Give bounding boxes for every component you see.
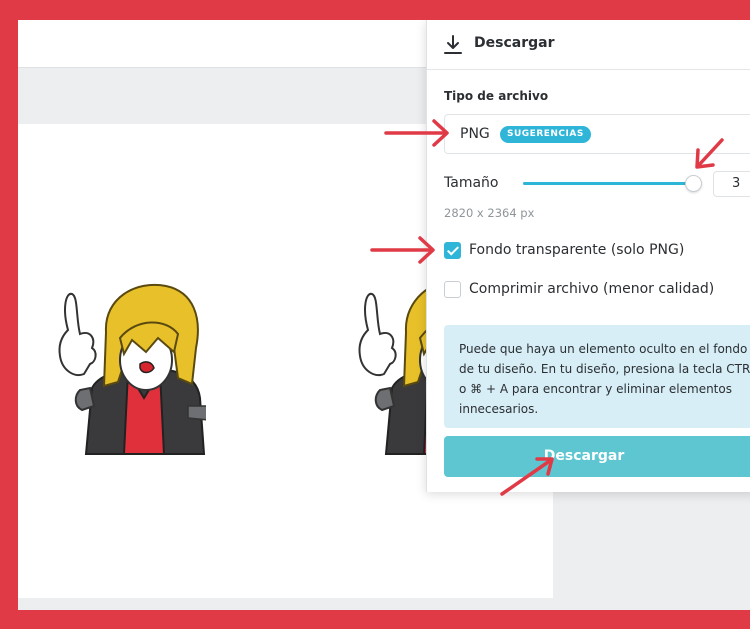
compress-file-label: Comprimir archivo (menor calidad) <box>469 281 715 297</box>
notice-line: de tu diseño. En tu diseño, presiona la … <box>459 362 750 376</box>
file-type-select[interactable]: PNG SUGERENCIAS <box>444 114 750 154</box>
size-label: Tamaño <box>444 175 499 191</box>
app-screen: Descargar Tipo de archivo PNG SUGERENCIA… <box>18 20 750 610</box>
sticker-illustration[interactable] <box>46 278 206 458</box>
compress-file-option[interactable]: Comprimir archivo (menor calidad) <box>444 279 714 299</box>
size-slider-thumb[interactable] <box>685 175 703 192</box>
transparent-background-option[interactable]: Fondo transparente (solo PNG) <box>444 240 684 260</box>
size-slider-fill <box>523 182 694 185</box>
download-icon <box>444 35 462 54</box>
notice-line: Puede que haya un elemento oculto en el … <box>459 342 748 356</box>
transparent-background-checkbox[interactable] <box>444 241 461 259</box>
hidden-element-notice: Puede que haya un elemento oculto en el … <box>444 325 750 428</box>
size-input[interactable]: 3 <box>713 171 750 197</box>
compress-file-checkbox[interactable] <box>444 280 461 298</box>
dimensions-text: 2820 x 2364 px <box>444 206 535 220</box>
notice-line: innecesarios. <box>459 402 539 416</box>
download-panel: Descargar Tipo de archivo PNG SUGERENCIA… <box>426 20 750 492</box>
panel-header: Descargar <box>427 20 750 70</box>
size-slider-track[interactable] <box>523 182 695 185</box>
transparent-background-label: Fondo transparente (solo PNG) <box>469 242 685 258</box>
suggestions-badge: SUGERENCIAS <box>500 126 591 143</box>
panel-title: Descargar <box>474 35 555 51</box>
file-type-value: PNG <box>460 126 490 142</box>
file-type-label: Tipo de archivo <box>444 89 549 103</box>
download-button[interactable]: Descargar <box>444 436 750 477</box>
notice-line: o ⌘ + A para encontrar y eliminar elemen… <box>459 382 732 396</box>
